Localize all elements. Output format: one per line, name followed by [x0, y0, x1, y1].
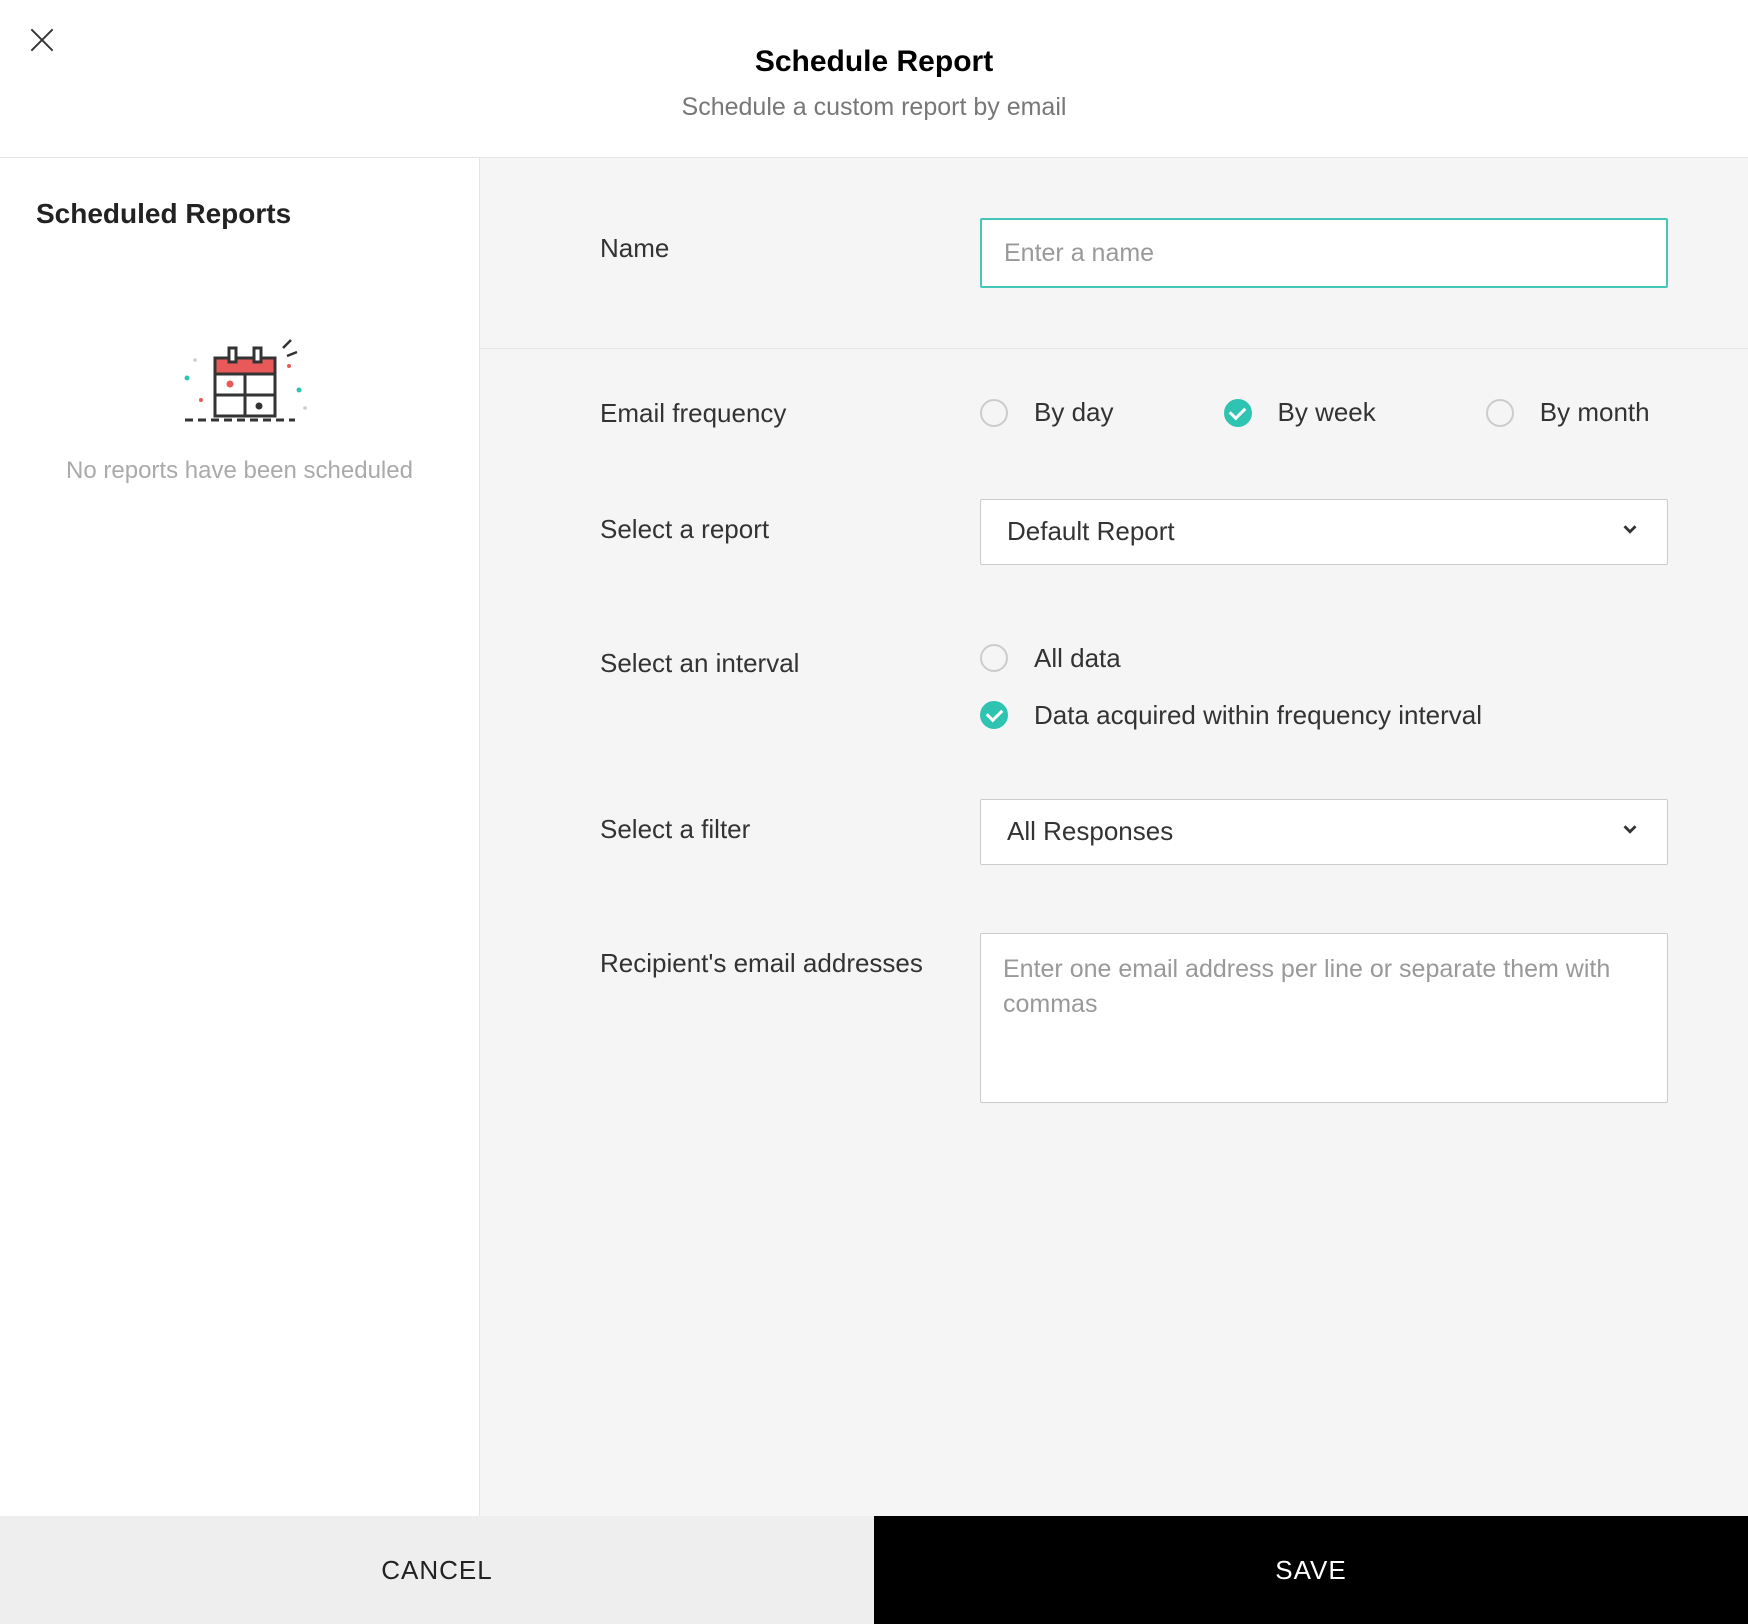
radio-checked-icon	[980, 701, 1008, 729]
row-frequency: Email frequency By day By week By month	[480, 349, 1748, 465]
label-interval: Select an interval	[480, 633, 980, 681]
footer: CANCEL SAVE	[0, 1516, 1748, 1624]
filter-select-value: All Responses	[1007, 816, 1173, 847]
chevron-down-icon	[1619, 518, 1641, 545]
page-title: Schedule Report	[755, 45, 993, 79]
radio-by-week[interactable]: By week	[1224, 397, 1376, 428]
row-interval: Select an interval All data Data acquire…	[480, 599, 1748, 765]
radio-label-day: By day	[1034, 397, 1114, 428]
radio-all-data[interactable]: All data	[980, 643, 1668, 674]
radio-label-frequency: Data acquired within frequency interval	[1034, 700, 1482, 731]
radio-label-all: All data	[1034, 643, 1121, 674]
cancel-button[interactable]: CANCEL	[0, 1516, 874, 1624]
body: Scheduled Reports	[0, 158, 1748, 1516]
radio-frequency-interval[interactable]: Data acquired within frequency interval	[980, 700, 1668, 731]
report-select[interactable]: Default Report	[980, 499, 1668, 565]
radio-label-month: By month	[1540, 397, 1650, 428]
page-subtitle: Schedule a custom report by email	[682, 93, 1067, 122]
label-report: Select a report	[480, 499, 980, 547]
empty-state: No reports have been scheduled	[36, 330, 443, 487]
row-filter: Select a filter All Responses	[480, 765, 1748, 899]
modal-header: Schedule Report Schedule a custom report…	[0, 0, 1748, 158]
form-panel: Name Email frequency By day By week	[480, 158, 1748, 1516]
calendar-icon	[155, 330, 325, 435]
empty-state-text: No reports have been scheduled	[66, 455, 413, 487]
sidebar: Scheduled Reports	[0, 158, 480, 1516]
chevron-down-icon	[1619, 818, 1641, 845]
label-filter: Select a filter	[480, 799, 980, 847]
filter-select[interactable]: All Responses	[980, 799, 1668, 865]
row-name: Name	[480, 158, 1748, 348]
radio-label-week: By week	[1278, 397, 1376, 428]
radio-icon	[980, 399, 1008, 427]
label-name: Name	[480, 218, 980, 266]
recipients-textarea[interactable]	[980, 933, 1668, 1103]
radio-icon	[1486, 399, 1514, 427]
radio-by-month[interactable]: By month	[1486, 397, 1650, 428]
close-button[interactable]	[22, 22, 62, 62]
close-icon	[26, 24, 58, 61]
save-button[interactable]: SAVE	[874, 1516, 1748, 1624]
row-recipients: Recipient's email addresses	[480, 899, 1748, 1142]
row-report: Select a report Default Report	[480, 465, 1748, 599]
radio-icon	[980, 644, 1008, 672]
label-recipients: Recipient's email addresses	[480, 933, 980, 981]
report-select-value: Default Report	[1007, 516, 1175, 547]
name-input[interactable]	[980, 218, 1668, 288]
radio-by-day[interactable]: By day	[980, 397, 1114, 428]
label-frequency: Email frequency	[480, 383, 980, 431]
radio-checked-icon	[1224, 399, 1252, 427]
sidebar-title: Scheduled Reports	[36, 198, 443, 230]
